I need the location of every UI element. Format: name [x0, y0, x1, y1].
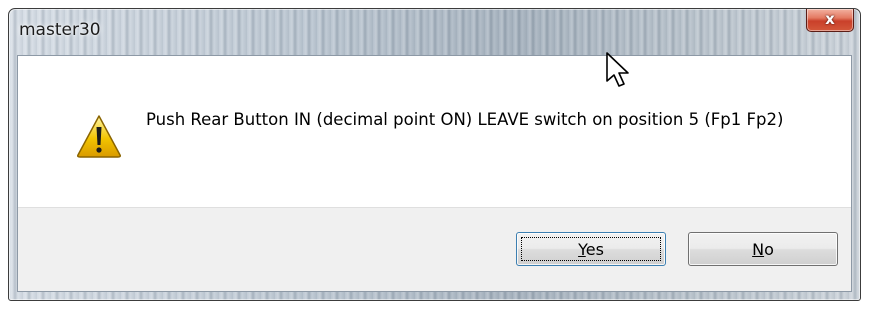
- close-button[interactable]: x: [806, 9, 854, 32]
- dialog-window: master30 x Push Rear Button IN (decimal …: [8, 8, 861, 301]
- yes-button-label: Yes: [578, 240, 604, 259]
- dialog-body: Push Rear Button IN (decimal point ON) L…: [17, 55, 852, 292]
- yes-button[interactable]: Yes: [516, 232, 666, 266]
- window-title: master30: [19, 20, 101, 40]
- close-icon: x: [825, 10, 835, 28]
- button-bar: Yes No: [18, 207, 851, 291]
- title-bar[interactable]: master30 x: [9, 9, 860, 55]
- no-button[interactable]: No: [688, 232, 838, 266]
- mouse-pointer-icon: [606, 52, 629, 87]
- no-button-label: No: [752, 240, 774, 259]
- warning-icon: [77, 115, 121, 158]
- message-text: Push Rear Button IN (decimal point ON) L…: [146, 110, 784, 129]
- message-area: Push Rear Button IN (decimal point ON) L…: [18, 56, 851, 208]
